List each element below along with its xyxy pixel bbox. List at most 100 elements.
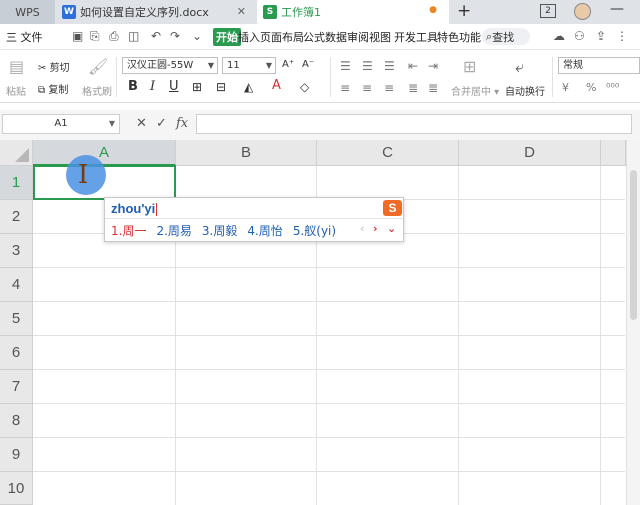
italic-button[interactable]: I (150, 79, 155, 94)
confirm-icon[interactable]: ✓ (156, 116, 167, 131)
align-bottom-icon[interactable]: ☰ (384, 59, 395, 73)
tab-view[interactable]: 视图 (369, 29, 391, 45)
align-right-icon[interactable]: ≡ (384, 81, 394, 95)
scrollbar-thumb[interactable] (630, 170, 637, 320)
column-header-b[interactable]: B (176, 140, 317, 166)
row-header-4[interactable]: 4 (0, 268, 33, 302)
new-tab-button[interactable]: + (457, 1, 471, 21)
tab-wps-home[interactable]: WPS (0, 0, 55, 24)
sogou-logo-icon[interactable]: S (383, 200, 402, 216)
ime-next-page-icon[interactable]: › (373, 222, 378, 235)
increase-font-icon[interactable]: A⁺ (282, 59, 294, 70)
tab-workbook[interactable]: S 工作簿1 ● (257, 0, 449, 24)
wrap-text-button[interactable]: 自动换行 (505, 83, 545, 98)
row-header-9[interactable]: 9 (0, 438, 33, 472)
ime-expand-icon[interactable]: ⌄ (387, 222, 396, 235)
redo-icon[interactable]: ↷ (170, 29, 180, 43)
cloud-icon[interactable]: ☁ (553, 29, 565, 43)
merge-center-icon[interactable]: ⊞ (463, 57, 476, 76)
decrease-font-icon[interactable]: A⁻ (302, 59, 314, 70)
vertical-scrollbar[interactable] (626, 140, 640, 505)
ime-candidate-4[interactable]: 4.周怡 (247, 222, 282, 239)
close-tab-icon[interactable]: ✕ (237, 5, 246, 18)
ime-candidate-1[interactable]: 1.周一 (111, 222, 146, 239)
collaborate-icon[interactable]: ⚇ (574, 29, 585, 43)
distribute-icon[interactable]: ≣ (428, 81, 438, 95)
undo-icon[interactable]: ↶ (151, 29, 161, 43)
justify-icon[interactable]: ≣ (408, 81, 418, 95)
font-name-select[interactable]: 汉仪正圆-55W ▼ (122, 57, 218, 74)
merge-center-button[interactable]: 合并居中 ▾ (451, 83, 499, 98)
merge-borders-icon[interactable]: ⊟ (216, 80, 226, 94)
row-header-2[interactable]: 2 (0, 200, 33, 234)
align-center-icon[interactable]: ≡ (362, 81, 372, 95)
indent-increase-icon[interactable]: ⇥ (428, 59, 438, 73)
ime-candidate-5[interactable]: 5.舣(yi) (293, 222, 336, 239)
row-header-5[interactable]: 5 (0, 302, 33, 336)
ime-prev-page-icon[interactable]: ‹ (360, 222, 364, 235)
percent-button[interactable]: % (586, 81, 596, 94)
tab-formulas[interactable]: 公式 (303, 29, 325, 45)
font-color-icon[interactable]: A (272, 78, 281, 93)
export-pdf-icon[interactable]: ⎘ (90, 29, 100, 44)
paste-button[interactable]: 粘贴 (6, 83, 26, 98)
tab-review[interactable]: 审阅 (347, 29, 369, 45)
minimize-button[interactable]: — (610, 1, 624, 17)
share-icon[interactable]: ⇪ (596, 29, 606, 43)
user-avatar[interactable] (574, 3, 591, 20)
borders-icon[interactable]: ⊞ (192, 80, 202, 94)
fill-color-icon[interactable]: ◭ (244, 80, 253, 94)
align-left-icon[interactable]: ≡ (340, 81, 350, 95)
bold-button[interactable]: B (128, 79, 138, 94)
underline-button[interactable]: U (169, 79, 179, 94)
row-header-10[interactable]: 10 (0, 472, 33, 505)
paste-icon[interactable]: ▤ (9, 57, 24, 76)
indent-decrease-icon[interactable]: ⇤ (408, 59, 418, 73)
column-header-a[interactable]: A (33, 140, 176, 166)
column-header-d[interactable]: D (459, 140, 601, 166)
insert-function-button[interactable]: fx (176, 116, 188, 131)
copy-button[interactable]: ⧉ 复制 (38, 81, 68, 96)
column-header-c[interactable]: C (317, 140, 459, 166)
clear-format-icon[interactable]: ◇ (300, 80, 309, 94)
tab-developer[interactable]: 开发工具 (394, 29, 438, 45)
tab-data[interactable]: 数据 (325, 29, 347, 45)
currency-button[interactable]: ¥ (562, 81, 569, 94)
font-size-select[interactable]: 11 ▼ (222, 57, 276, 74)
ime-candidate-2[interactable]: 2.周易 (156, 222, 191, 239)
tab-home[interactable]: 开始 (213, 28, 241, 46)
align-top-icon[interactable]: ☰ (340, 59, 351, 73)
format-painter-button[interactable]: 格式刷 (82, 83, 112, 98)
number-format-select[interactable]: 常规 (558, 57, 640, 74)
column-header-e[interactable] (601, 140, 626, 166)
select-all-triangle-icon (15, 148, 29, 162)
cut-button[interactable]: ✂ 剪切 (38, 59, 70, 74)
row-header-7[interactable]: 7 (0, 370, 33, 404)
ime-candidate-3[interactable]: 3.周毅 (202, 222, 237, 239)
tab-document[interactable]: W 如何设置自定义序列.docx ✕ (56, 0, 256, 24)
name-box[interactable]: A1 ▼ (2, 114, 120, 134)
row-header-6[interactable]: 6 (0, 336, 33, 370)
wrap-text-icon[interactable]: ⤶ (515, 57, 524, 77)
tab-insert[interactable]: 插入 (238, 29, 260, 45)
row-header-3[interactable]: 3 (0, 234, 33, 268)
save-icon[interactable]: ▣ (72, 29, 83, 43)
align-middle-icon[interactable]: ☰ (362, 59, 373, 73)
tab-special-features[interactable]: 特色功能 (437, 29, 481, 45)
customize-chevron-down-icon[interactable]: ⌄ (192, 29, 202, 43)
select-all-button[interactable] (0, 140, 33, 166)
more-icon[interactable]: ⋮ (616, 29, 628, 43)
format-painter-icon[interactable]: 🖌 (88, 57, 108, 76)
row-header-1[interactable]: 1 (0, 166, 33, 200)
search-box[interactable]: ⌕ 查找 (482, 28, 530, 45)
cancel-icon[interactable]: ✕ (136, 116, 147, 131)
print-icon[interactable]: ⎙ (109, 29, 119, 44)
print-preview-icon[interactable]: ◫ (128, 29, 139, 43)
menu-bar: 三 文件 ▣ ⎘ ⎙ ◫ ↶ ↷ ⌄ 开始 插入 页面布局 公式 数据 审阅 视… (0, 24, 640, 50)
row-header-8[interactable]: 8 (0, 404, 33, 438)
window-count-badge[interactable]: 2 (540, 4, 556, 18)
thousands-separator-icon[interactable]: ⁰⁰⁰ (606, 81, 619, 94)
formula-input[interactable] (196, 114, 632, 134)
file-menu[interactable]: 三 文件 (6, 29, 43, 45)
tab-page-layout[interactable]: 页面布局 (260, 29, 304, 45)
